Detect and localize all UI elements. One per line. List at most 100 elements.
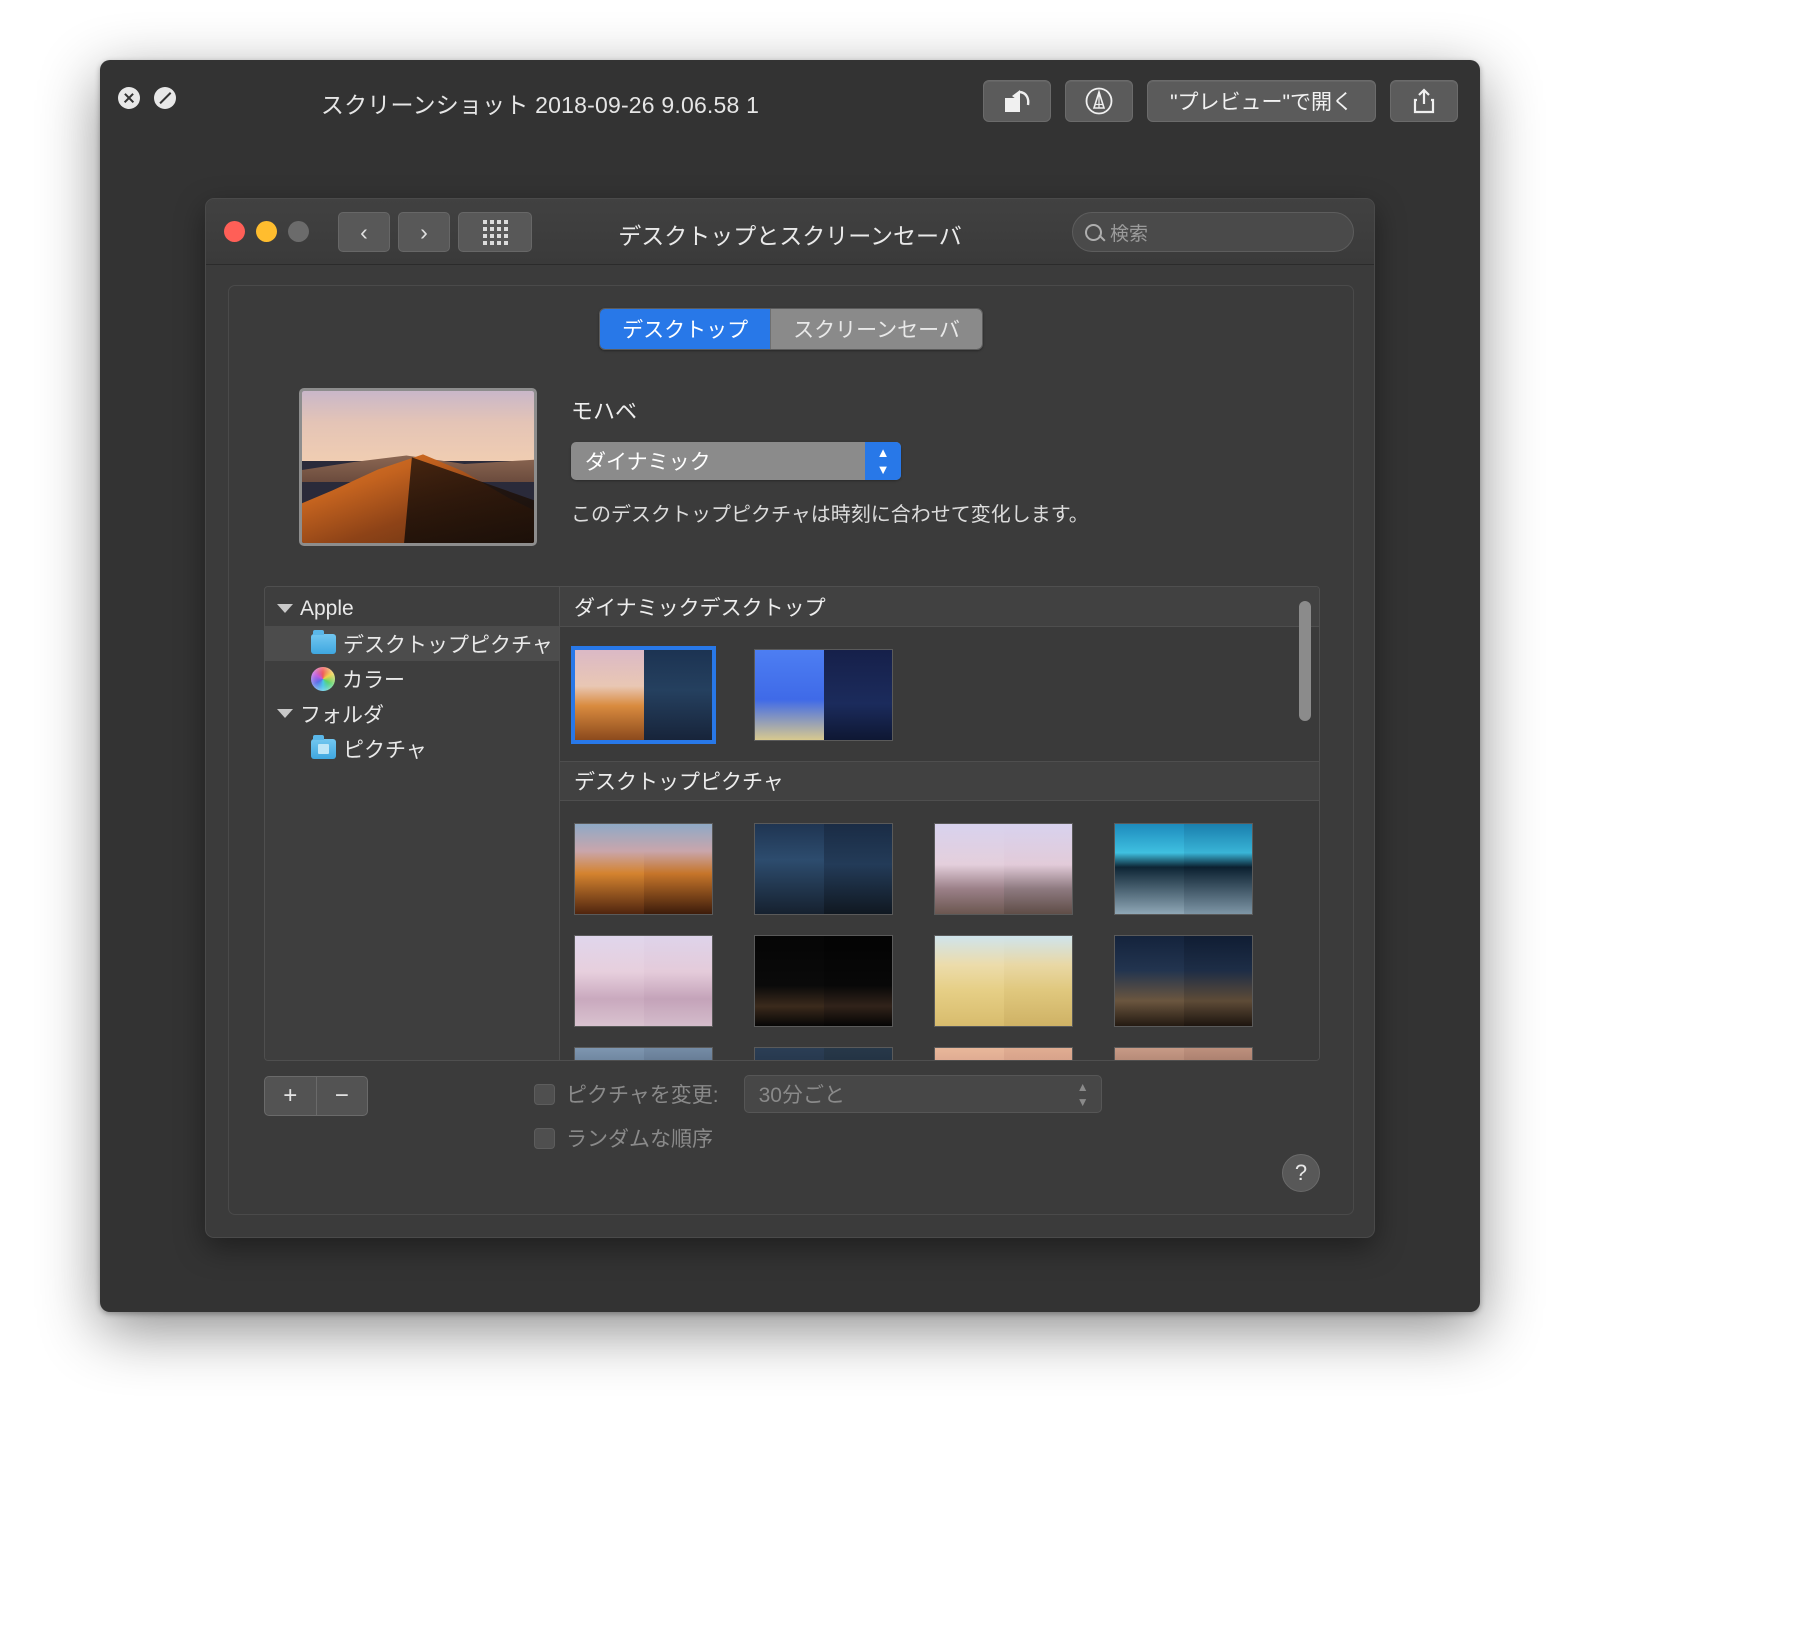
thumb-half-right [643, 650, 712, 740]
disclosure-triangle-icon[interactable] [277, 709, 293, 718]
search-icon [1085, 223, 1102, 241]
random-order-row: ランダムな順序 [534, 1116, 1102, 1160]
prefs-titlebar: ‹ › デスクトップとスクリーンセーバ 検索 [206, 199, 1374, 265]
quicklook-action-buttons: "プレビュー"で開く [983, 80, 1458, 122]
thumb-cell [574, 813, 754, 925]
thumb-half-left [575, 650, 644, 740]
thumb-cell [574, 925, 754, 1037]
wallpaper-thumb-row3-item2[interactable] [754, 1047, 893, 1060]
sidebar-item-colors-label: カラー [342, 668, 405, 692]
chevron-up-icon: ▲ [876, 445, 890, 460]
sidebar-group-folders-label: フォルダ [300, 703, 384, 727]
sidebar-item-pictures[interactable]: ピクチャ [265, 731, 559, 766]
open-in-preview-label: "プレビュー"で開く [1170, 91, 1353, 114]
sidebar-group-apple[interactable]: Apple [265, 591, 559, 626]
change-picture-row: ピクチャを変更: 30分ごと ▲ ▼ [534, 1072, 1102, 1116]
wallpaper-thumb-sand-dunes[interactable] [934, 935, 1073, 1027]
thumb-cell-empty [1114, 639, 1294, 751]
system-preferences-window: ‹ › デスクトップとスクリーンセーバ 検索 デスクトップ スクリーンセーバ モ… [205, 198, 1375, 1238]
thumb-row-dynamic [560, 627, 1319, 761]
sidebar-item-colors[interactable]: カラー [265, 661, 559, 696]
sidebar-group-folders[interactable]: フォルダ [265, 696, 559, 731]
source-list: Apple デスクトップピクチャ カラー フォルダ ピクチャ [265, 587, 560, 1060]
add-remove-folder-group: + − [264, 1076, 368, 1116]
thumb-cell [934, 925, 1114, 1037]
remove-folder-button[interactable]: − [315, 1077, 368, 1115]
search-field[interactable]: 検索 [1072, 212, 1354, 252]
thumb-cell [1114, 925, 1294, 1037]
wallpaper-preview-thumbnail[interactable] [299, 388, 537, 546]
thumb-halves [755, 650, 892, 740]
quicklook-window: スクリーンショット 2018-09-26 9.06.58 1 "プレビュー"で開… [100, 60, 1480, 1312]
wallpaper-thumb-mojave-day[interactable] [574, 823, 713, 915]
thumb-cell [754, 925, 934, 1037]
wallpaper-style-value: ダイナミック [585, 451, 711, 474]
wallpaper-thumb-mojave-night[interactable] [754, 823, 893, 915]
markup-button[interactable] [1065, 80, 1134, 122]
disclosure-triangle-icon[interactable] [277, 604, 293, 613]
wallpaper-style-select[interactable]: ダイナミック ▲ ▼ [571, 442, 901, 480]
wallpaper-thumb-row3-item3[interactable] [934, 1047, 1073, 1060]
wallpaper-grid[interactable]: ダイナミックデスクトップ デスクトップピクチャ [560, 587, 1319, 1060]
wallpaper-thumb-desert-monument[interactable] [934, 823, 1073, 915]
thumb-cell [934, 1037, 1114, 1060]
current-wallpaper-row: モハベ ダイナミック ▲ ▼ このデスクトップピクチャは時刻に合わせて変化します… [299, 388, 1089, 546]
random-order-checkbox[interactable] [534, 1127, 555, 1149]
thumb-cell [934, 813, 1114, 925]
chevron-down-icon: ▼ [1076, 1094, 1089, 1109]
grid-section-header-dynamic: ダイナミックデスクトップ [560, 587, 1319, 627]
bottom-controls: + − ピクチャを変更: 30分ごと ▲ ▼ ランダムな順序 ? [264, 1075, 1320, 1192]
thumb-cell [754, 639, 934, 751]
thumb-cell [754, 813, 934, 925]
wallpaper-thumb-black-forest[interactable] [754, 935, 893, 1027]
grid-scrollbar-track[interactable] [1299, 593, 1315, 1054]
random-order-label: ランダムな順序 [566, 1128, 713, 1151]
chevron-down-icon: ▼ [876, 462, 890, 477]
open-in-preview-button[interactable]: "プレビュー"で開く [1147, 80, 1376, 122]
thumb-half-left [755, 650, 824, 740]
tab-screensaver[interactable]: スクリーンセーバ [770, 309, 982, 349]
share-icon [1413, 88, 1435, 114]
desktop-pane: デスクトップ スクリーンセーバ モハベ ダイナミック ▲ ▼ このデスクトップピ… [228, 285, 1354, 1215]
pictures-folder-icon [311, 734, 336, 759]
wallpaper-thumb-solar-gradients[interactable] [754, 649, 893, 741]
wallpaper-description: このデスクトップピクチャは時刻に合わせて変化します。 [571, 504, 1089, 526]
stepper-up-down-icon[interactable]: ▲ ▼ [865, 442, 901, 480]
thumb-cell [1114, 1037, 1294, 1060]
share-button[interactable] [1390, 80, 1458, 122]
wallpaper-thumb-row3-item4[interactable] [1114, 1047, 1253, 1060]
tab-bar: デスクトップ スクリーンセーバ [229, 308, 1353, 350]
search-placeholder: 検索 [1110, 223, 1149, 245]
sidebar-item-desktop-pictures[interactable]: デスクトップピクチャ [265, 626, 559, 661]
folder-icon [311, 629, 336, 654]
quicklook-toolbar: スクリーンショット 2018-09-26 9.06.58 1 "プレビュー"で開… [100, 60, 1480, 140]
thumb-half-right [823, 650, 892, 740]
wallpaper-thumb-row3-item1[interactable] [574, 1047, 713, 1060]
thumb-cell-empty [934, 639, 1114, 751]
wallpaper-name: モハベ [571, 399, 638, 424]
grid-scrollbar-thumb[interactable] [1299, 601, 1311, 721]
thumb-cell [574, 1037, 754, 1060]
thumb-halves [575, 650, 712, 740]
wallpaper-thumb-lake-blue[interactable] [1114, 823, 1253, 915]
tab-desktop[interactable]: デスクトップ [600, 309, 771, 349]
sidebar-item-pictures-label: ピクチャ [343, 738, 427, 762]
wallpaper-thumb-dune-night[interactable] [1114, 935, 1253, 1027]
help-button[interactable]: ? [1282, 1154, 1320, 1192]
wallpaper-browser: Apple デスクトップピクチャ カラー フォルダ ピクチャ ダイナミックデスク… [264, 586, 1320, 1061]
color-wheel-icon [311, 666, 335, 691]
grid-section-header-desktop-pictures: デスクトップピクチャ [560, 761, 1319, 801]
add-folder-button[interactable]: + [265, 1077, 316, 1115]
change-picture-checkbox[interactable] [534, 1083, 555, 1105]
change-interval-select[interactable]: 30分ごと ▲ ▼ [743, 1075, 1102, 1113]
rotate-left-icon [1005, 90, 1030, 112]
change-picture-label: ピクチャを変更: [566, 1084, 719, 1107]
change-interval-value: 30分ごと [758, 1084, 845, 1107]
rotate-button[interactable] [983, 80, 1052, 122]
preview-sky-layer [302, 391, 534, 461]
wallpaper-thumb-mojave-dynamic[interactable] [571, 646, 716, 744]
wallpaper-metadata: モハベ ダイナミック ▲ ▼ このデスクトップピクチャは時刻に合わせて変化します… [571, 388, 1089, 546]
stepper-up-down-icon[interactable]: ▲ ▼ [1077, 1076, 1089, 1112]
chevron-up-icon: ▲ [1076, 1079, 1089, 1094]
wallpaper-thumb-salt-flat-rock[interactable] [574, 935, 713, 1027]
